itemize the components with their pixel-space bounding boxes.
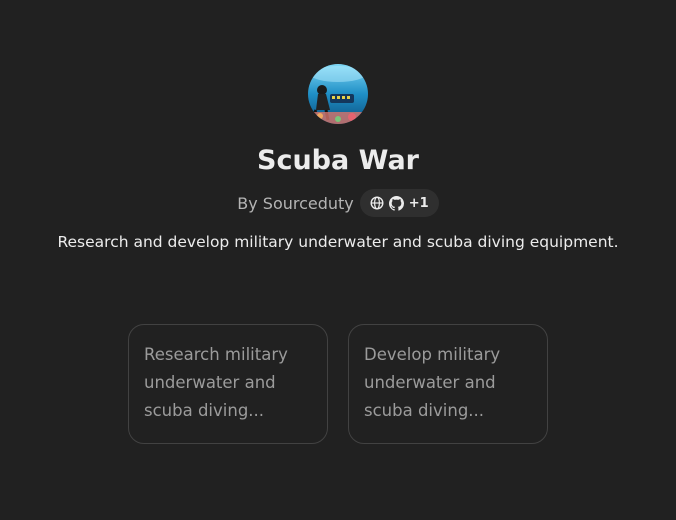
conversation-starter-button[interactable]: Research military underwater and scuba d…: [128, 324, 328, 444]
author-label: By Sourceduty: [237, 193, 354, 213]
conversation-starter-button[interactable]: Develop military underwater and scuba di…: [348, 324, 548, 444]
globe-icon: [370, 196, 384, 210]
gpt-title: Scuba War: [257, 145, 419, 176]
github-icon: [388, 195, 404, 211]
extra-links-count: +1: [408, 195, 429, 211]
author-links-pill[interactable]: +1: [359, 189, 439, 217]
gpt-description: Research and develop military underwater…: [57, 233, 619, 251]
scuba-diver-avatar: [308, 64, 368, 124]
gpt-profile-page: Scuba War By Sourceduty +1 Research and …: [0, 0, 676, 520]
author-byline: By Sourceduty +1: [0, 189, 676, 217]
